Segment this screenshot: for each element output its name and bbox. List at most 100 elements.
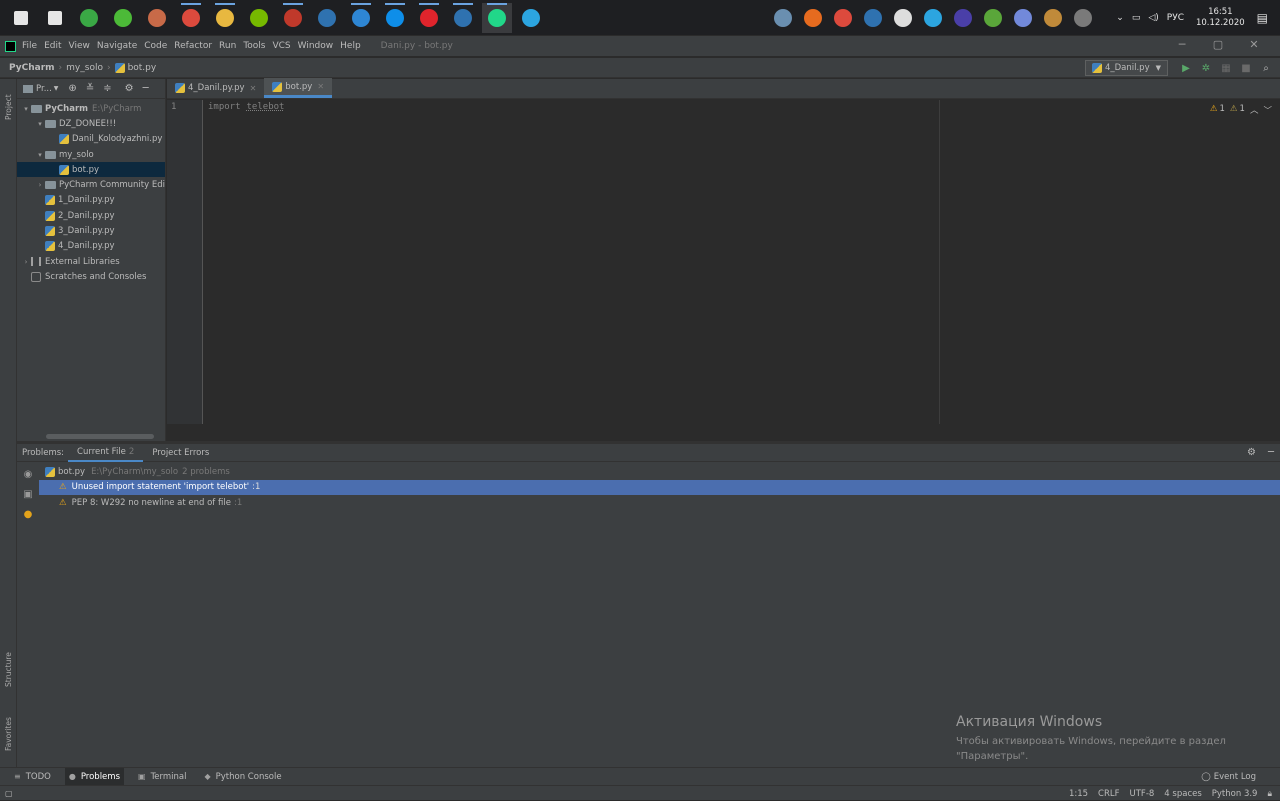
tray-app[interactable] [1071, 6, 1095, 30]
debug-icon[interactable]: ✲ [1196, 60, 1216, 76]
breadcrumb-item[interactable]: PyCharm [9, 63, 55, 73]
breadcrumb-item[interactable]: bot.py [128, 63, 157, 73]
taskbar-app[interactable] [380, 2, 410, 33]
run-icon[interactable]: ▶ [1176, 60, 1196, 76]
collapse-all-icon[interactable]: ≚ [86, 83, 94, 94]
chevron-right-icon[interactable]: › [35, 181, 45, 189]
file-encoding[interactable]: UTF-8 [1130, 789, 1155, 799]
tray-app[interactable] [1011, 6, 1035, 30]
tree-item[interactable]: › External Libraries [17, 254, 165, 269]
expand-all-icon[interactable]: ≑ [103, 83, 111, 94]
notifications-icon[interactable]: ▤ [1257, 11, 1268, 25]
menu-vcs[interactable]: VCS [272, 41, 290, 51]
locate-icon[interactable]: ⊕ [68, 83, 76, 94]
language-indicator[interactable]: РУС [1167, 13, 1184, 23]
taskbar-app[interactable] [278, 2, 308, 33]
chevron-right-icon[interactable]: › [21, 258, 31, 266]
menu-window[interactable]: Window [298, 41, 334, 51]
chevron-down-icon[interactable]: ▼ [54, 85, 59, 92]
stop-icon[interactable]: ■ [1236, 60, 1256, 76]
project-view-select[interactable]: Pr... [36, 84, 52, 94]
structure-tool-tab[interactable]: Structure [1, 645, 16, 695]
tree-item[interactable]: ▾ DZ_DONEE!!! [17, 116, 165, 131]
tool-tab-todo[interactable]: ≡ TODO [10, 768, 55, 786]
tree-item[interactable]: Scratches and Consoles [17, 269, 165, 284]
tray-app[interactable] [921, 6, 945, 30]
problem-row[interactable]: ⚠ PEP 8: W292 no newline at end of file:1 [39, 495, 1280, 511]
coverage-icon[interactable]: ▦ [1216, 60, 1236, 76]
tree-item[interactable]: 3_Danil.py.py [17, 223, 165, 238]
menu-file[interactable]: File [22, 41, 37, 51]
problem-file-row[interactable]: bot.py E:\PyCharm\my_solo 2 problems [39, 464, 1280, 480]
tool-tab-terminal[interactable]: ▣ Terminal [134, 768, 190, 786]
chevron-down-icon[interactable]: ▾ [21, 105, 31, 113]
taskbar-app[interactable] [74, 3, 104, 33]
tray-app[interactable] [1041, 6, 1065, 30]
editor-tab[interactable]: 4_Danil.py.py ✕ [167, 78, 264, 98]
tree-item[interactable]: 2_Danil.py.py [17, 208, 165, 223]
taskbar-app[interactable] [312, 3, 342, 33]
preview-icon[interactable]: ▣ [17, 484, 39, 504]
breadcrumb-item[interactable]: my_solo [66, 63, 103, 73]
tree-item[interactable]: bot.py [17, 162, 165, 178]
tree-item[interactable]: 1_Danil.py.py [17, 193, 165, 208]
tree-item[interactable]: 4_Danil.py.py [17, 239, 165, 254]
taskbar-app[interactable] [448, 2, 478, 33]
gear-icon[interactable]: ⚙ [1247, 447, 1256, 458]
line-separator[interactable]: CRLF [1098, 789, 1119, 799]
tray-app[interactable] [951, 6, 975, 30]
taskbar-app[interactable] [6, 3, 36, 33]
close-tab-icon[interactable]: ✕ [250, 84, 257, 93]
project-tool-tab[interactable]: Project [1, 83, 16, 131]
run-config-select[interactable]: 4_Danil.py ▼ [1084, 60, 1168, 76]
taskbar-app[interactable] [414, 2, 444, 33]
menu-refactor[interactable]: Refactor [174, 41, 212, 51]
tray-app[interactable] [981, 6, 1005, 30]
search-everywhere-icon[interactable]: ⌕ [1256, 60, 1276, 76]
network-icon[interactable]: ▭ [1132, 13, 1141, 23]
tree-item[interactable]: Danil_Kolodyazhni.py [17, 132, 165, 147]
indent-setting[interactable]: 4 spaces [1164, 789, 1201, 799]
taskbar-app[interactable] [516, 3, 546, 33]
menu-view[interactable]: View [69, 41, 90, 51]
menu-code[interactable]: Code [144, 41, 167, 51]
volume-icon[interactable]: ◁) [1148, 13, 1158, 23]
menu-run[interactable]: Run [219, 41, 236, 51]
lock-icon[interactable]: 🔒︎ [1267, 789, 1272, 799]
tree-item[interactable]: ▾ my_solo [17, 147, 165, 162]
code-editor[interactable]: import telebot ⚠ 1 ⚠ 1 ︿ ﹀ [204, 100, 1280, 424]
tool-tab-python-console[interactable]: ◆ Python Console [200, 768, 285, 786]
taskbar-app[interactable] [108, 3, 138, 33]
taskbar-app[interactable] [244, 3, 274, 33]
inspection-widget[interactable]: ⚠ 1 ⚠ 1 ︿ ﹀ [1205, 104, 1272, 116]
code-line[interactable]: import telebot [208, 102, 284, 112]
favorites-tool-tab[interactable]: Favorites [1, 709, 16, 759]
python-interpreter[interactable]: Python 3.9 [1212, 789, 1258, 799]
maximize-icon[interactable]: ▢ [1200, 38, 1236, 51]
taskbar-app[interactable] [210, 2, 240, 33]
tray-app[interactable] [861, 6, 885, 30]
close-tab-icon[interactable]: ✕ [317, 82, 324, 91]
chevron-down-icon[interactable]: ▾ [35, 120, 45, 128]
taskbar-app[interactable] [482, 2, 512, 33]
event-log-button[interactable]: ◯ Event Log [1201, 768, 1256, 786]
menu-tools[interactable]: Tools [243, 41, 265, 51]
tree-item[interactable]: ▾ PyCharm E:\PyCharm [17, 101, 165, 116]
hide-panel-icon[interactable]: ─ [1268, 447, 1274, 458]
tray-chevron-icon[interactable]: ⌄ [1116, 13, 1124, 23]
horizontal-scrollbar[interactable] [46, 434, 154, 439]
bulb-icon[interactable]: ● [17, 504, 39, 524]
gear-icon[interactable]: ⚙ [125, 83, 134, 94]
hide-panel-icon[interactable]: ─ [143, 83, 149, 94]
clock[interactable]: 16:51 10.12.2020 [1196, 7, 1245, 29]
taskbar-app[interactable] [346, 2, 376, 33]
next-highlight-icon[interactable]: ﹀ [1263, 104, 1272, 116]
problems-tab[interactable]: Current File 2 [68, 444, 144, 462]
prev-highlight-icon[interactable]: ︿ [1250, 104, 1259, 116]
toggle-tool-windows-icon[interactable]: ▢ [5, 789, 13, 798]
taskbar-app[interactable] [142, 3, 172, 33]
problems-tab[interactable]: Project Errors [143, 444, 218, 462]
tray-app[interactable] [771, 6, 795, 30]
taskbar-app[interactable] [176, 2, 206, 33]
close-icon[interactable]: ✕ [1236, 38, 1272, 51]
